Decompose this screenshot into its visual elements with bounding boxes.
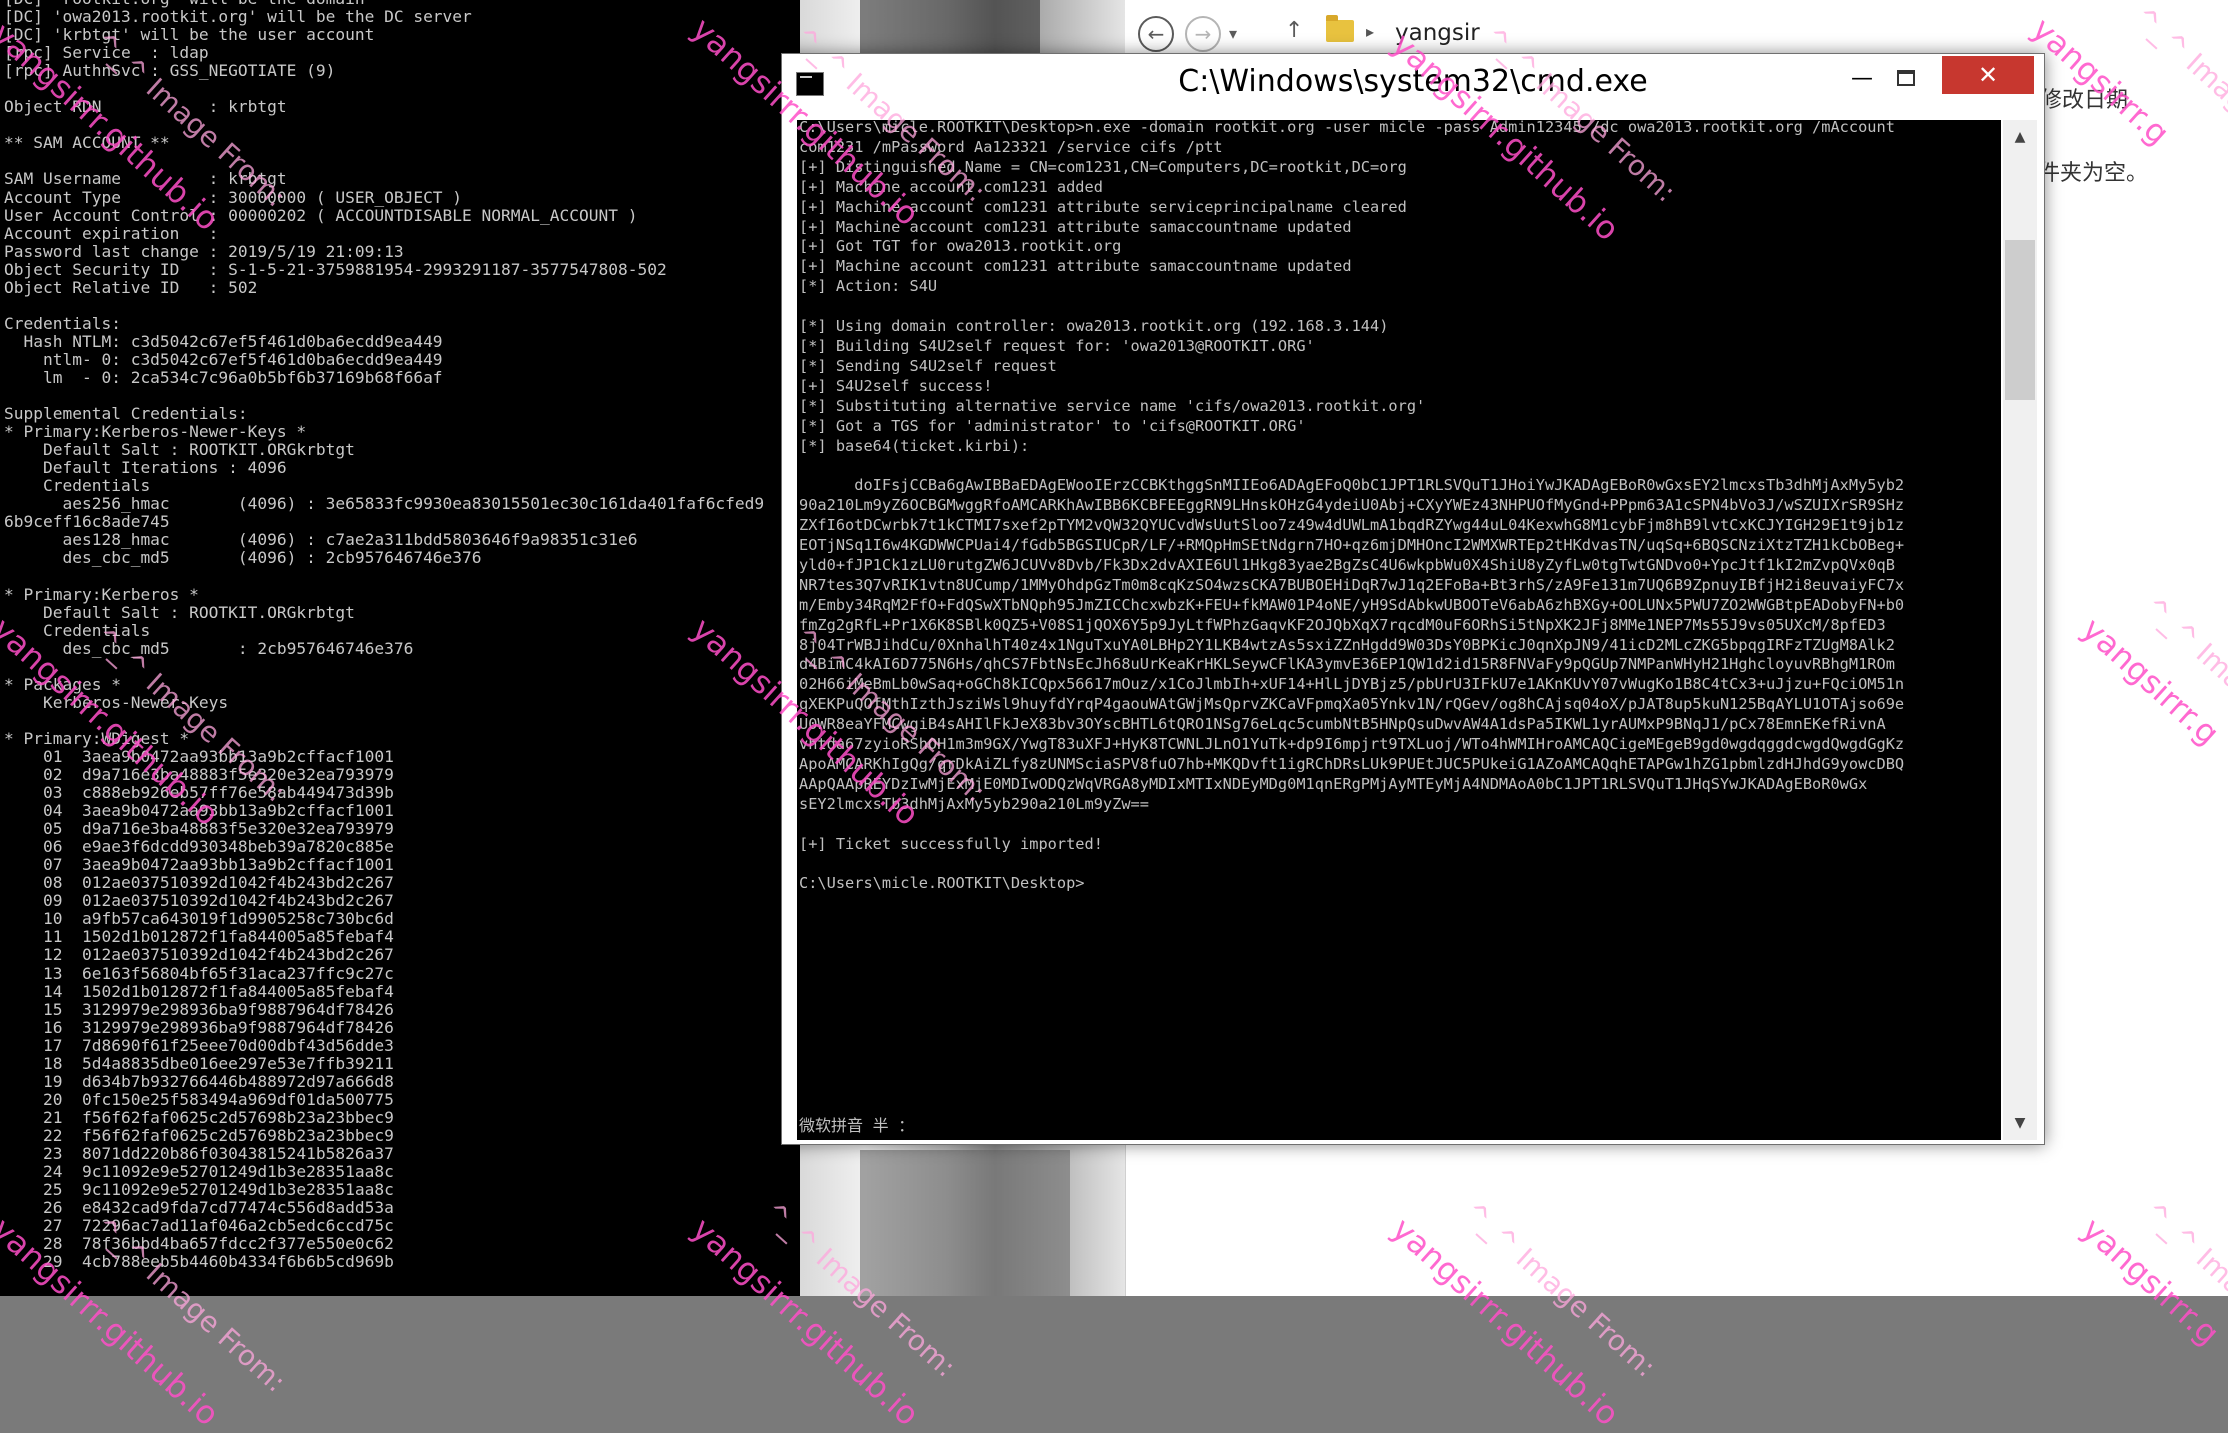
back-arrow-icon: ← (1147, 22, 1165, 46)
maximize-button[interactable] (1886, 58, 1926, 98)
recent-locations-button[interactable]: ▾ (1229, 24, 1237, 43)
minimize-button[interactable]: — (1842, 58, 1882, 98)
close-button[interactable]: ✕ (1942, 56, 2034, 94)
forward-arrow-icon: → (1194, 22, 1212, 46)
scroll-up-button[interactable]: ▲ (2003, 120, 2037, 154)
empty-folder-message: 件夹为空。 (2038, 161, 2149, 186)
chevron-down-icon: ▾ (1229, 24, 1238, 43)
cmd-window[interactable]: C:\Windows\system32\cmd.exe — ✕ C:\Users… (781, 53, 2045, 1145)
chevron-up-icon: ▲ (2014, 129, 2026, 145)
up-button[interactable]: ↑ (1285, 18, 1303, 43)
folder-icon (1326, 15, 1354, 42)
background-blur (860, 1150, 1070, 1296)
scrollbar-thumb[interactable] (2005, 240, 2035, 400)
maximize-icon (1897, 70, 1915, 86)
chevron-down-icon: ▼ (2014, 1115, 2026, 1131)
forward-button[interactable]: → (1185, 16, 1221, 52)
up-arrow-icon: ↑ (1285, 18, 1304, 43)
close-icon: ✕ (1977, 61, 1999, 89)
back-button[interactable]: ← (1138, 16, 1174, 52)
scroll-down-button[interactable]: ▼ (2003, 1106, 2037, 1140)
ime-status: 微软拼音 半 ： (799, 1116, 915, 1135)
vertical-scrollbar[interactable]: ▲ ▼ (2003, 120, 2037, 1140)
chevron-right-icon: ▸ (1366, 22, 1375, 41)
cmd-console-area[interactable]: C:\Users\micle.ROOTKIT\Desktop>n.exe -do… (797, 120, 2001, 1140)
minimize-icon: — (1851, 65, 1873, 91)
